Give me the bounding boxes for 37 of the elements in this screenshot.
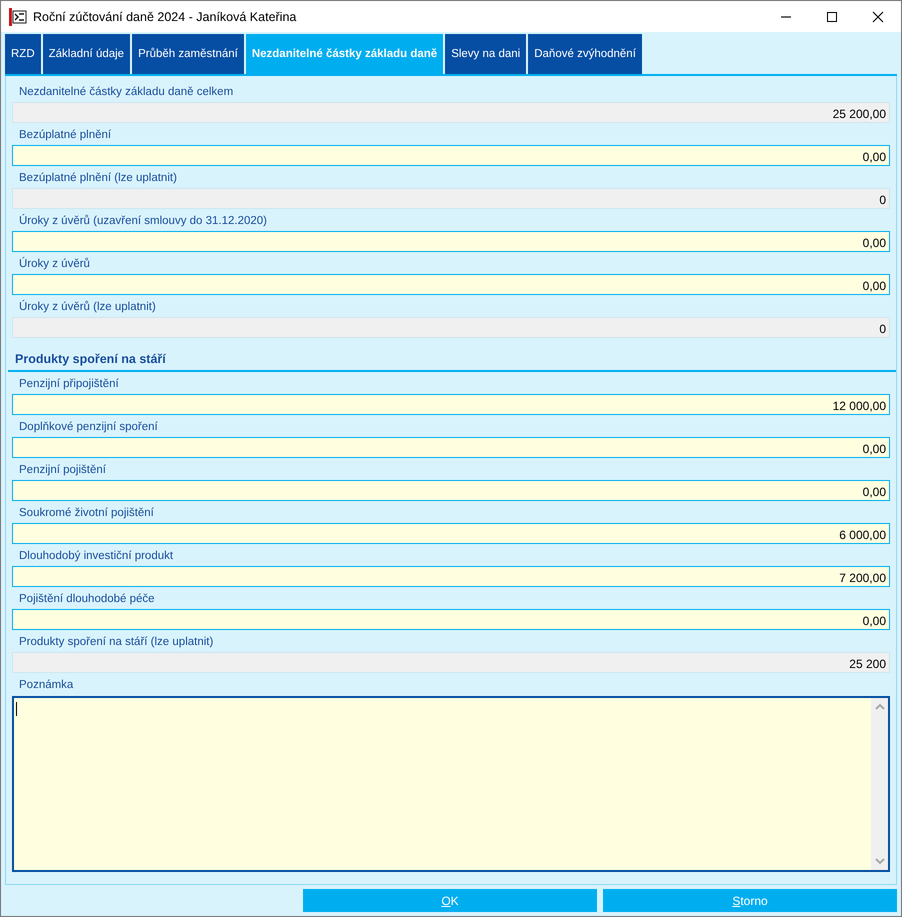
field-label: Soukromé životní pojištění xyxy=(18,506,155,521)
section-heading: Produkty spoření na stáří xyxy=(8,338,896,372)
field-label: Penzijní pojištění xyxy=(18,463,107,478)
field-label: Nezdanitelné částky základu daně celkem xyxy=(18,85,234,100)
readonly-field: 25 200,00 xyxy=(12,102,890,123)
field-label: Bezúplatné plnění xyxy=(18,128,112,143)
tab[interactable]: Slevy na dani xyxy=(445,34,526,74)
tab[interactable]: Průběh zaměstnání xyxy=(132,34,244,74)
input-field[interactable]: 12 000,00 xyxy=(12,394,890,415)
input-field[interactable]: 6 000,00 xyxy=(12,523,890,544)
readonly-field: 0 xyxy=(12,188,890,209)
field-label: Pojištění dlouhodobé péče xyxy=(18,592,156,607)
field-label: Produkty spoření na stáří (lze uplatnit) xyxy=(18,635,214,650)
input-field[interactable]: 0,00 xyxy=(12,437,890,458)
input-field[interactable]: 0,00 xyxy=(12,231,890,252)
readonly-field: 25 200 xyxy=(12,652,890,673)
tab[interactable]: Daňové zvýhodnění xyxy=(528,34,642,74)
window-title: Roční zúčtování daně 2024 - Janíková Kateřina xyxy=(33,10,296,24)
field-label: Penzijní připojištění xyxy=(18,377,120,392)
input-field[interactable]: 0,00 xyxy=(12,274,890,295)
field-label: Poznámka xyxy=(18,678,74,693)
field-label: Úroky z úvěrů xyxy=(18,256,91,272)
app-logo-icon xyxy=(9,8,27,26)
field-label: Doplňkové penzijní spoření xyxy=(18,420,159,435)
field-label: Dlouhodobý investiční produkt xyxy=(18,549,174,564)
field-label: Úroky z úvěrů (uzavření smlouvy do 31.12.2020) xyxy=(18,213,268,229)
readonly-field: 0 xyxy=(12,317,890,338)
tab[interactable]: RZD xyxy=(5,34,41,74)
input-field[interactable]: 7 200,00 xyxy=(12,566,890,587)
field-label: Úroky z úvěrů (lze uplatnit) xyxy=(18,299,157,315)
field-label: Bezúplatné plnění (lze uplatnit) xyxy=(18,171,178,186)
tab[interactable]: Základní údaje xyxy=(42,34,130,74)
input-field[interactable]: 0,00 xyxy=(12,609,890,630)
input-field[interactable]: 0,00 xyxy=(12,480,890,501)
maximize-icon[interactable] xyxy=(826,10,838,22)
input-field[interactable]: 0,00 xyxy=(12,145,890,166)
close-icon[interactable] xyxy=(872,10,884,22)
